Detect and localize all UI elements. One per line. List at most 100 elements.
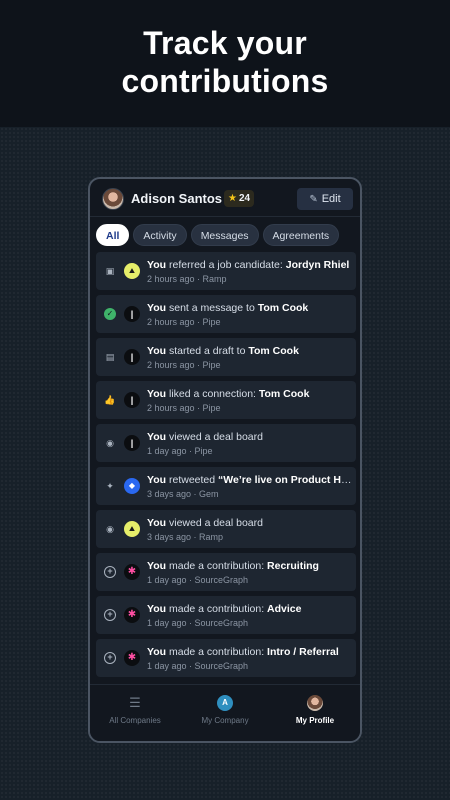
item-meta: 2 hours ago · Pipe [147,317,221,327]
plus-circle-icon: + [104,609,116,621]
target-text: Tom Cook [258,388,310,400]
tab-all[interactable]: All [96,224,130,246]
filter-tabs: All Activity Messages Agreements [96,224,340,246]
list-item[interactable]: ✓ | You sent a message to Tom Cook 2 hours … [96,295,356,333]
action-text: sent a message to [166,302,258,314]
pipe-logo-icon: | [124,306,140,322]
action-text: referred a job candidate: [166,259,286,271]
nav-label-my-profile: My Profile [295,716,335,725]
thumbs-up-icon: 👍 [104,395,116,405]
profile-avatar-icon [307,695,323,711]
tab-messages[interactable]: Messages [190,224,259,246]
briefcase-icon: ▣ [105,266,115,276]
document-icon: ▤ [105,352,115,362]
phone-frame: Adison Santos ★ 24 ✎ Edit All Activity Mes… [88,177,362,743]
list-item[interactable]: ✦ ◆ You retweeted “We’re live on Product H… [96,467,356,505]
actor-label: You [147,302,167,314]
check-circle-icon: ✓ [104,308,116,320]
actor-label: You [147,259,167,271]
eye-icon: ◉ [106,438,114,448]
item-meta: 1 day ago · Pipe [147,446,213,456]
item-title: You retweeted “We’re live on Product Hun… [147,474,352,486]
edit-label: Edit [321,193,341,205]
action-text: made a contribution: [166,603,268,615]
pipe-logo-icon: | [124,392,140,408]
item-meta: 2 hours ago · Ramp [147,274,227,284]
hero-title-line-2: contributions [121,63,329,99]
item-title: You made a contribution: Recruiting [147,560,352,572]
item-title: You viewed a deal board [147,517,352,529]
list-icon: ☰ [129,695,141,710]
target-text: Intro / Referral [267,646,339,658]
actor-label: You [147,603,167,615]
list-item[interactable]: + ✱ You made a contribution: Recruiting 1 d… [96,553,356,591]
item-meta: 1 day ago · SourceGraph [147,618,249,628]
item-title: You sent a message to Tom Cook [147,302,352,314]
list-item[interactable]: + ✱ You made a contribution: Advice 1 day a… [96,596,356,634]
ramp-logo-icon: ⯅ [124,521,140,537]
item-meta: 2 hours ago · Pipe [147,360,221,370]
pipe-logo-icon: | [124,349,140,365]
gem-logo-icon: ◆ [124,478,140,494]
target-text: Tom Cook [248,345,299,357]
target-text: Jordyn Rhiel [285,259,350,271]
avatar[interactable] [102,188,124,210]
list-item[interactable]: 👍 | You liked a connection: Tom Cook 2 hour… [96,381,356,419]
target-text: “We’re live on Product Hun... [218,474,352,486]
action-text: liked a connection: [166,388,259,400]
action-text: made a contribution: [166,560,268,572]
action-text: started a draft to [166,345,249,357]
hero-title: Track your contributions [0,24,450,100]
hero-banner: Track your contributions [0,0,450,127]
actor-label: You [147,388,167,400]
star-icon: ★ [228,193,237,204]
actor-label: You [147,560,167,572]
star-badge: ★ 24 [224,190,255,207]
twitter-icon: ✦ [106,481,114,491]
list-item[interactable]: ▣ ⯅ You referred a job candidate: Jordyn R… [96,252,356,290]
action-text: retweeted [166,474,219,486]
list-item[interactable]: ◉ ⯅ You viewed a deal board 3 days ago · Ra… [96,510,356,548]
item-title: You made a contribution: Advice [147,603,352,615]
item-title: You viewed a deal board [147,431,352,443]
actor-label: You [147,646,167,658]
company-logo-icon: A [217,695,233,711]
hero-title-line-1: Track your [143,25,307,61]
actor-label: You [147,474,167,486]
target-text: Tom Cook [257,302,309,314]
pipe-logo-icon: | [124,435,140,451]
sg-logo-icon: ✱ [124,564,140,580]
list-item[interactable]: ◉ | You viewed a deal board 1 day ago · Pip… [96,424,356,462]
nav-my-company[interactable]: A My Company [180,685,270,741]
action-text: viewed a deal board [166,517,263,529]
actor-label: You [147,431,167,443]
item-title: You started a draft to Tom Cook [147,345,352,357]
eye-icon: ◉ [106,524,114,534]
nav-my-profile[interactable]: My Profile [270,685,360,741]
plus-circle-icon: + [104,566,116,578]
item-meta: 1 day ago · SourceGraph [147,575,249,585]
item-meta: 1 day ago · SourceGraph [147,661,249,671]
target-text: Recruiting [267,560,319,572]
tab-agreements[interactable]: Agreements [262,224,340,246]
sg-logo-icon: ✱ [124,650,140,666]
edit-button[interactable]: ✎ Edit [297,188,353,210]
user-name: Adison Santos [131,191,223,206]
nav-all-companies[interactable]: ☰ All Companies [90,685,180,741]
item-title: You made a contribution: Intro / Referra… [147,646,352,658]
action-text: made a contribution: [166,646,268,658]
item-meta: 3 days ago · Ramp [147,532,224,542]
tab-activity[interactable]: Activity [133,224,187,246]
action-text: viewed a deal board [166,431,263,443]
star-count: 24 [238,193,251,204]
list-item[interactable]: ▤ | You started a draft to Tom Cook 2 hours… [96,338,356,376]
item-meta: 3 days ago · Gem [147,489,219,499]
nav-label-all-companies: All Companies [109,716,161,725]
target-text: Advice [267,603,302,615]
nav-label-my-company: My Company [201,716,249,725]
sg-logo-icon: ✱ [124,607,140,623]
item-meta: 2 hours ago · Pipe [147,403,221,413]
list-item[interactable]: + ✱ You made a contribution: Intro / Refer… [96,639,356,677]
plus-circle-icon: + [104,652,116,664]
item-title: You referred a job candidate: Jordyn Rhi… [147,259,352,271]
